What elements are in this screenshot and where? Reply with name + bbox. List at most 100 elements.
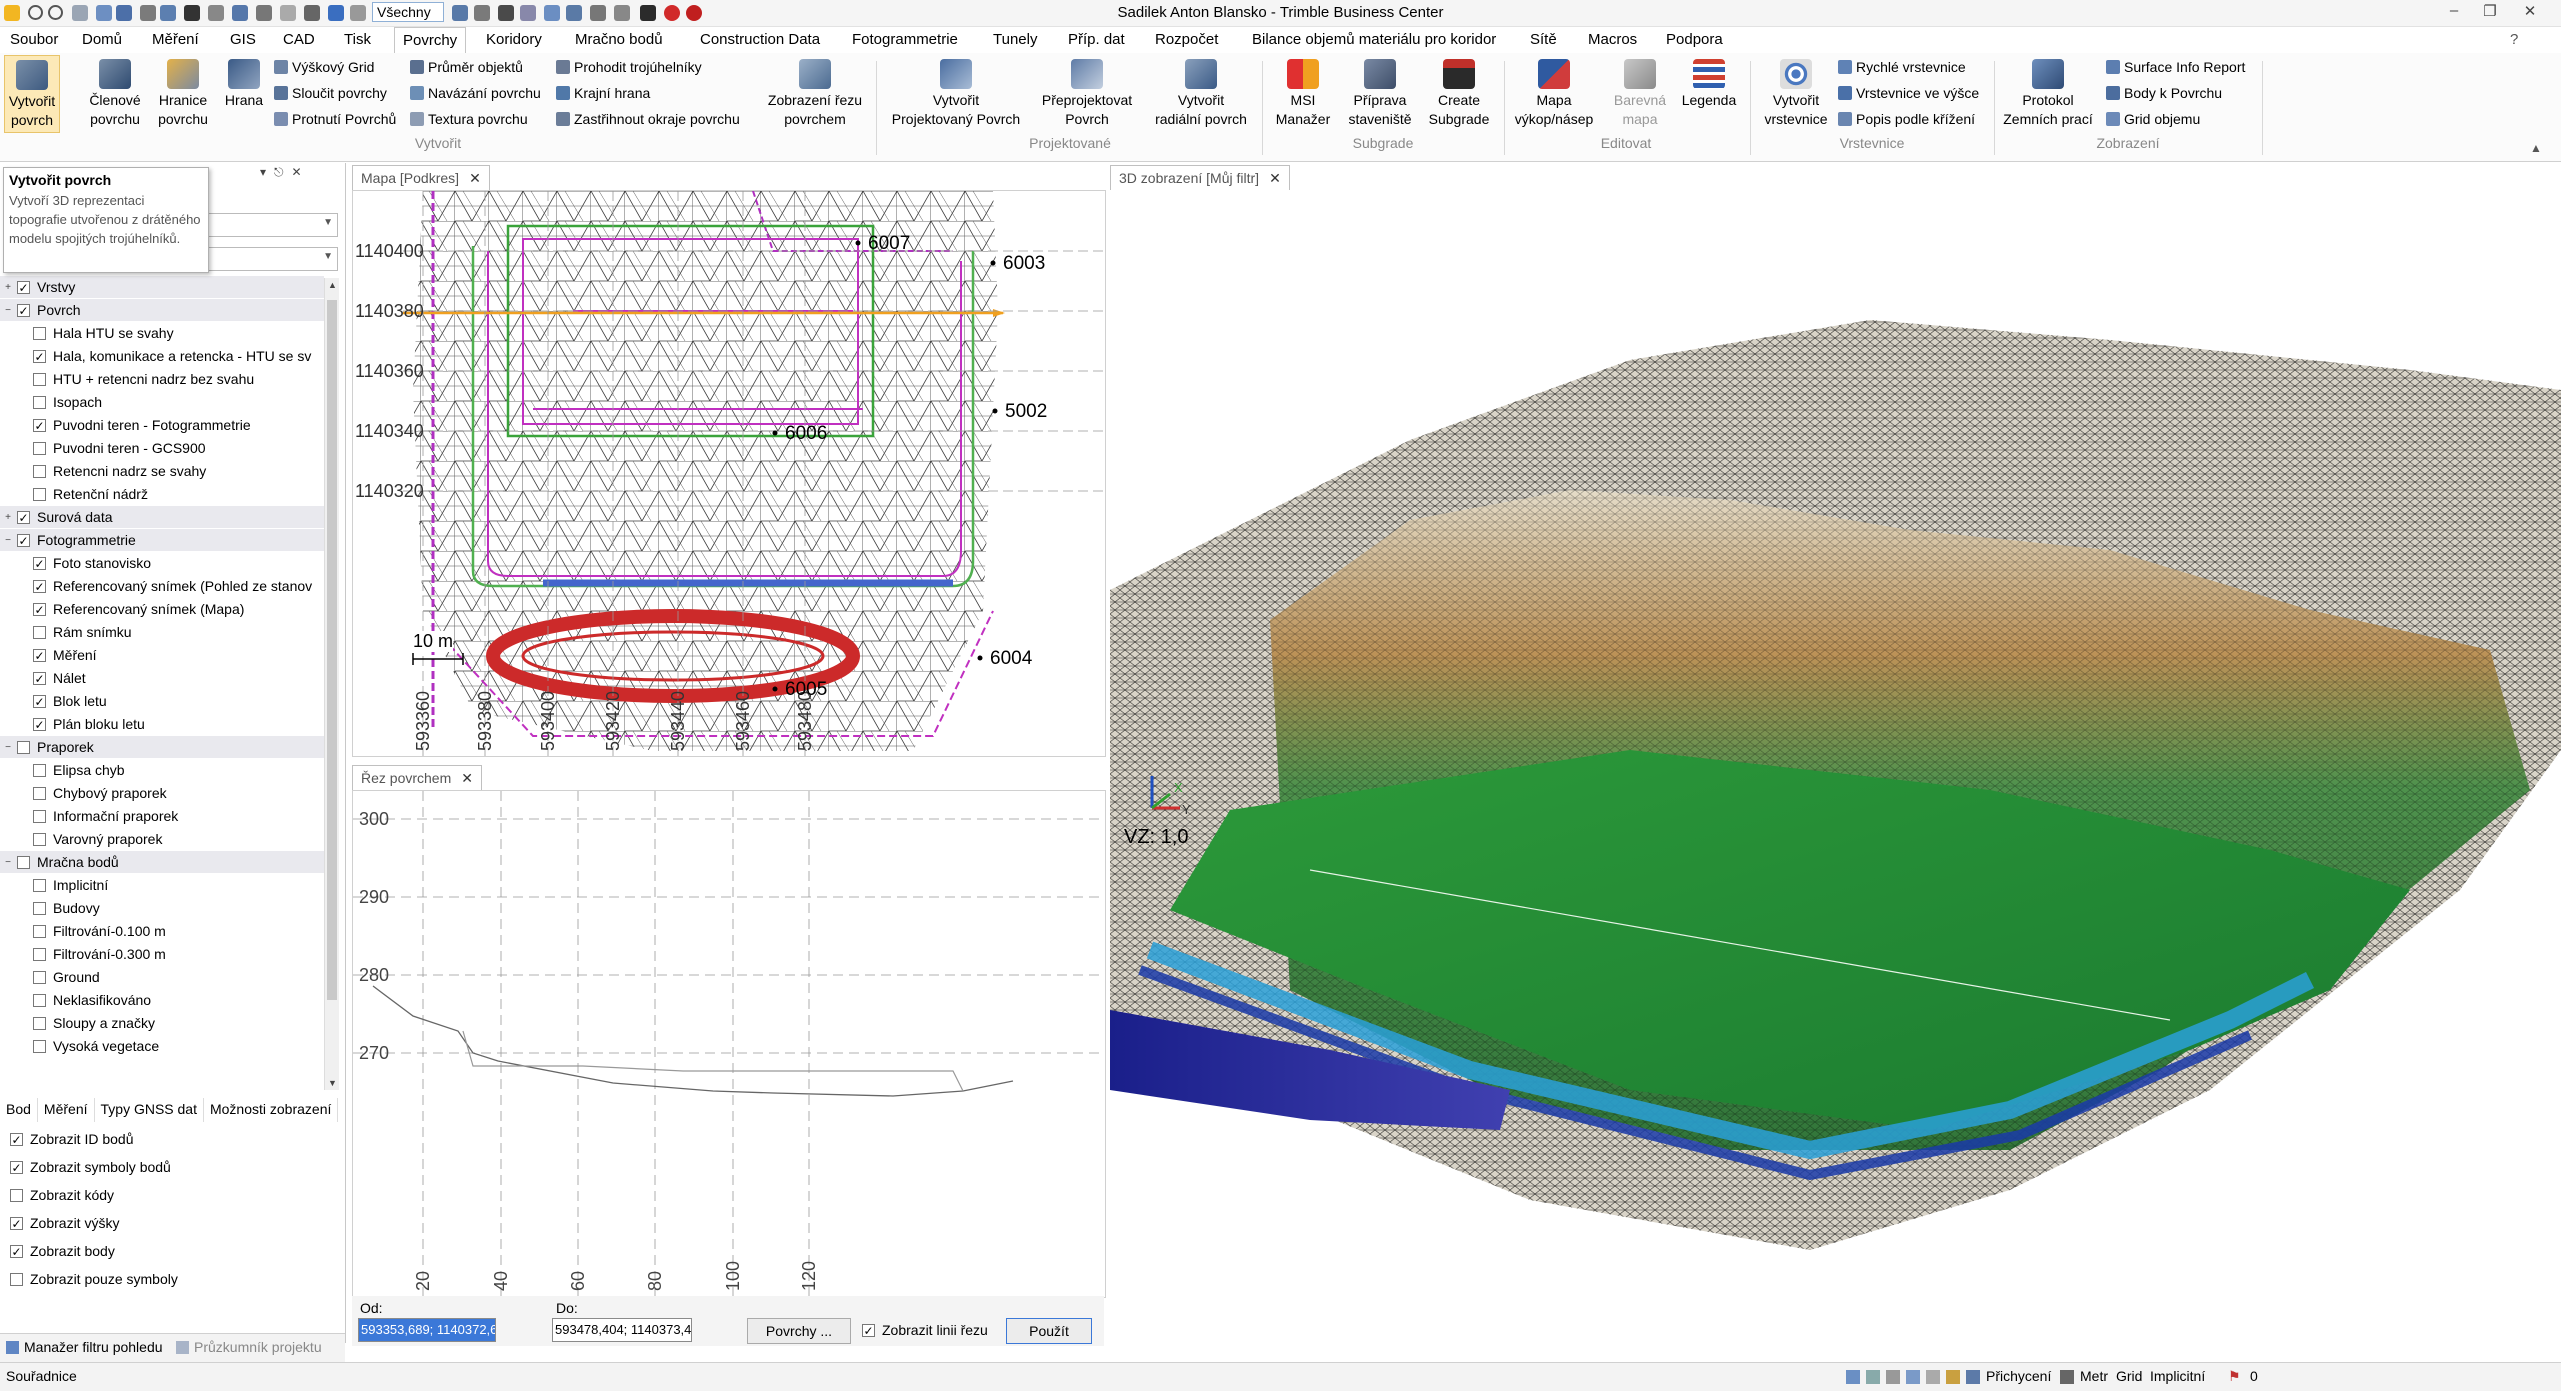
survey-point[interactable] — [855, 240, 861, 246]
layer-item[interactable]: Filtrování-0.300 m — [0, 943, 166, 965]
survey-point[interactable] — [992, 408, 998, 414]
minimize-button[interactable]: – — [2440, 2, 2468, 19]
layer-item[interactable]: Rám snímku — [0, 621, 132, 643]
layer-checkbox[interactable] — [33, 924, 46, 938]
layer-checkbox[interactable]: ✓ — [17, 533, 30, 547]
layer-checkbox[interactable] — [33, 1016, 46, 1030]
point-option-checkbox[interactable]: ✓ — [10, 1244, 23, 1258]
legend-button[interactable]: Legenda — [1676, 59, 1742, 110]
layer-checkbox[interactable] — [33, 372, 46, 386]
view3d[interactable]: X Y VZ: 1,0 — [1110, 190, 2561, 1340]
point-option-checkbox[interactable] — [10, 1188, 23, 1202]
point-id-label[interactable]: 6005 — [785, 679, 827, 700]
view3d-tab[interactable]: 3D zobrazení [Můj filtr] ✕ — [1110, 165, 1290, 190]
help-button[interactable]: ? — [2510, 31, 2518, 48]
survey-point[interactable] — [977, 655, 983, 661]
trim-surface-button[interactable]: Zastřihnout okraje povrchu — [556, 111, 740, 127]
layer-item[interactable]: Isopach — [0, 391, 102, 413]
quick-contours-button[interactable]: Rychlé vrstevnice — [1838, 59, 1966, 75]
edge-button[interactable]: Hrana — [220, 59, 268, 110]
radial-surface-button[interactable]: Vytvořit radiální povrch — [1146, 59, 1256, 129]
coordinate-system[interactable]: Implicitní — [2150, 1368, 2205, 1384]
point-option[interactable]: ✓ Zobrazit výšky — [10, 1215, 119, 1231]
tab-gnss-types[interactable]: Typy GNSS dat — [95, 1098, 204, 1122]
menu-tisk[interactable]: Tisk — [344, 31, 371, 48]
swap-triangles-button[interactable]: Prohodit trojúhelníky — [556, 59, 702, 75]
snap-mode[interactable]: Přichycení — [1986, 1368, 2051, 1384]
display-icon[interactable] — [1966, 1370, 1980, 1384]
create-surface-button[interactable]: Vytvořit povrch — [4, 55, 60, 133]
layer-checkbox[interactable]: ✓ — [33, 648, 46, 662]
menu-construction-data[interactable]: Construction Data — [700, 31, 820, 48]
layer-item[interactable]: ✓ Hala, komunikace a retencka - HTU se sv — [0, 345, 311, 367]
panel-controls[interactable]: ▾⎋✕ — [260, 165, 310, 180]
pan-icon[interactable] — [1886, 1370, 1900, 1384]
layer-group[interactable]: + ✓ Vrstvy — [0, 276, 324, 298]
point-id-label[interactable]: 5002 — [1005, 401, 1047, 422]
menu-soubor[interactable]: Soubor — [10, 31, 58, 48]
filter-dropdown-1[interactable]: ▼ — [192, 213, 338, 237]
redesign-surface-button[interactable]: Přeprojektovat Povrch — [1032, 59, 1142, 129]
section-view-tab[interactable]: Řez povrchem ✕ — [352, 765, 482, 790]
layer-checkbox[interactable]: ✓ — [33, 418, 46, 432]
point-option-checkbox[interactable] — [10, 1272, 23, 1286]
tab-bod[interactable]: Bod — [0, 1098, 38, 1122]
lock-icon[interactable] — [1946, 1370, 1960, 1384]
cut-fill-map-button[interactable]: Mapa výkop/násep — [1508, 59, 1600, 129]
close-button[interactable]: ✕ — [2516, 2, 2544, 20]
point-id-label[interactable]: 6003 — [1003, 253, 1045, 274]
point-id-label[interactable]: 6007 — [868, 233, 910, 254]
layer-item[interactable]: ✓ Referencovaný snímek (Mapa) — [0, 598, 244, 620]
contours-at-height-button[interactable]: Vrstevnice ve výšce — [1838, 85, 1979, 101]
layer-checkbox[interactable]: ✓ — [33, 671, 46, 685]
surface-texture-button[interactable]: Textura povrchu — [410, 111, 528, 127]
od-field[interactable]: 593353,689; 1140372,698 — [358, 1318, 496, 1342]
boundary-edge-button[interactable]: Krajní hrana — [556, 85, 650, 101]
create-subgrade-button[interactable]: Create Subgrade — [1420, 59, 1498, 129]
layer-item[interactable]: Retenční nádrž — [0, 483, 148, 505]
average-objects-button[interactable]: Průměr objektů — [410, 59, 523, 75]
survey-point[interactable] — [772, 430, 778, 436]
layer-item[interactable]: Retencni nadrz se svahy — [0, 460, 206, 482]
point-option-checkbox[interactable]: ✓ — [10, 1160, 23, 1174]
menu-domu[interactable]: Domů — [82, 31, 122, 48]
menu-tunely[interactable]: Tunely — [993, 31, 1037, 48]
layer-checkbox[interactable]: ✓ — [33, 717, 46, 731]
layer-item[interactable]: ✓ Plán bloku letu — [0, 713, 145, 735]
show-section-line-checkbox[interactable]: ✓ — [862, 1323, 875, 1337]
layer-item[interactable]: Neklasifikováno — [0, 989, 151, 1011]
layer-group[interactable]: − ✓ Fotogrammetrie — [0, 529, 324, 551]
layer-checkbox[interactable] — [33, 763, 46, 777]
point-option-checkbox[interactable]: ✓ — [10, 1216, 23, 1230]
scrollbar-thumb[interactable] — [327, 300, 337, 1000]
layer-checkbox[interactable] — [33, 947, 46, 961]
menu-fotogrammetrie[interactable]: Fotogrammetrie — [852, 31, 958, 48]
menu-podpora[interactable]: Podpora — [1666, 31, 1723, 48]
menu-povrchy[interactable]: Povrchy — [394, 27, 467, 53]
layer-item[interactable]: Ground — [0, 966, 100, 988]
layer-checkbox[interactable] — [33, 464, 46, 478]
show-section-line[interactable]: ✓ Zobrazit linii řezu — [862, 1322, 988, 1338]
point-id-label[interactable]: 6004 — [990, 648, 1033, 669]
layer-item[interactable]: ✓ Puvodni teren - Fotogrammetrie — [0, 414, 251, 436]
point-option[interactable]: ✓ Zobrazit ID bodů — [10, 1131, 134, 1147]
units[interactable]: Metr — [2080, 1368, 2108, 1384]
label-by-crossing-button[interactable]: Popis podle křížení — [1838, 111, 1975, 127]
grid-mode[interactable]: Grid — [2116, 1368, 2142, 1384]
layer-checkbox[interactable] — [33, 441, 46, 455]
menu-mracno-bodu[interactable]: Mračno bodů — [575, 31, 663, 48]
layer-item[interactable]: Implicitní — [0, 874, 108, 896]
layer-checkbox[interactable] — [33, 326, 46, 340]
create-contours-button[interactable]: Vytvořit vrstevnice — [1754, 59, 1838, 129]
layer-checkbox[interactable] — [33, 901, 46, 915]
point-option[interactable]: Zobrazit kódy — [10, 1187, 114, 1203]
menu-cad[interactable]: CAD — [283, 31, 315, 48]
layer-checkbox[interactable]: ✓ — [33, 579, 46, 593]
filter-manager-tab[interactable]: Manažer filtru pohledu — [6, 1339, 163, 1355]
collapse-ribbon-icon[interactable]: ▲ — [2530, 141, 2542, 155]
point-option-checkbox[interactable]: ✓ — [10, 1132, 23, 1146]
view3d-canvas[interactable] — [1110, 190, 2561, 1340]
survey-point[interactable] — [772, 686, 778, 692]
surface-slice-view-button[interactable]: Zobrazení řezu povrchem — [760, 59, 870, 129]
menu-site[interactable]: Sítě — [1530, 31, 1557, 48]
